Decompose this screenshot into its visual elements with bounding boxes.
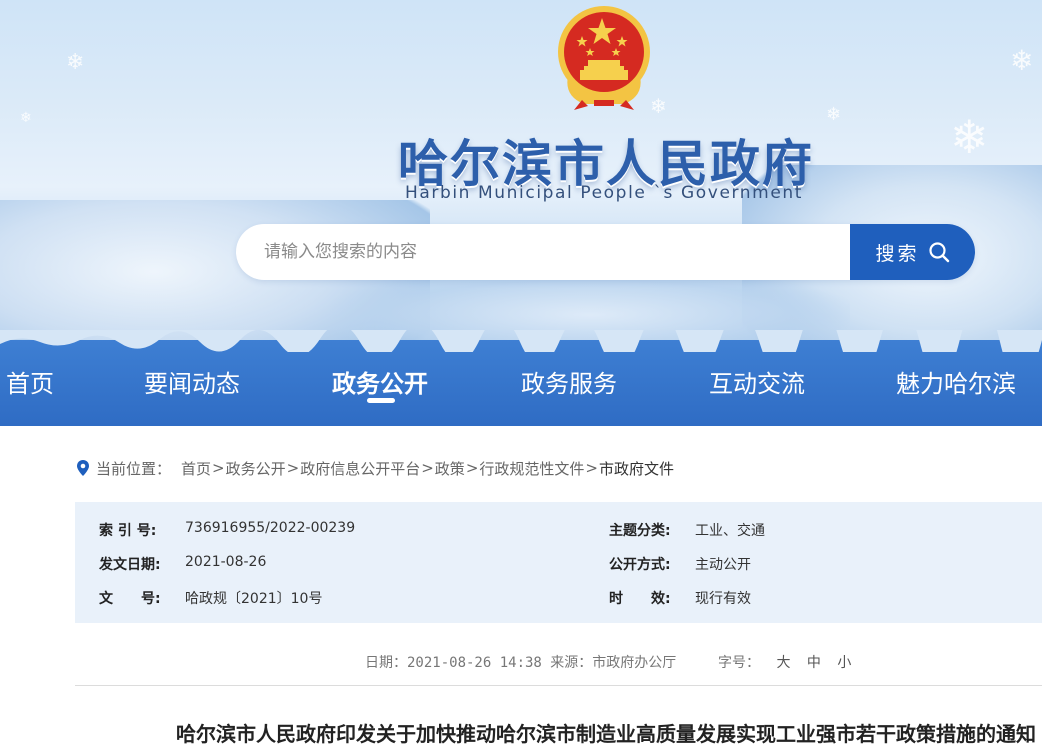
- divider: [75, 685, 1042, 686]
- breadcrumb-separator: >: [212, 459, 225, 477]
- breadcrumb: 当前位置： 首页 > 政务公开 > 政府信息公开平台 > 政策 > 行政规范性文…: [76, 456, 674, 480]
- nav-home[interactable]: 首页: [6, 364, 54, 400]
- breadcrumb-info-platform[interactable]: 政府信息公开平台: [300, 458, 420, 479]
- nav-services[interactable]: 政务服务: [521, 364, 617, 400]
- breadcrumb-current[interactable]: 市政府文件: [599, 458, 674, 479]
- snowflake-icon: ❄: [66, 50, 85, 75]
- search-input[interactable]: [236, 224, 850, 280]
- snowflake-icon: ❄: [1010, 44, 1034, 77]
- breadcrumb-separator: >: [421, 459, 434, 477]
- breadcrumb-normative-documents[interactable]: 行政规范性文件: [479, 458, 584, 479]
- search-button-label: 搜索: [875, 242, 920, 265]
- issue-date-value: 2021-08-26: [185, 554, 267, 570]
- breadcrumb-government-affairs[interactable]: 政务公开: [226, 458, 286, 479]
- article-meta: 日期：2021-08-26 14:38 来源：市政府办公厅: [365, 655, 677, 671]
- nav-interaction[interactable]: 互动交流: [709, 364, 805, 400]
- font-size-medium[interactable]: 中: [807, 655, 821, 671]
- search-bar: 搜索: [236, 224, 975, 280]
- validity-label: 时 效:: [609, 591, 671, 607]
- location-pin-icon: [77, 460, 89, 476]
- index-number-value: 736916955/2022-00239: [185, 520, 356, 536]
- document-number-value: 哈政规〔2021〕10号: [185, 591, 323, 607]
- nav-charm-harbin[interactable]: 魅力哈尔滨: [896, 364, 1016, 400]
- validity-value: 现行有效: [695, 591, 751, 607]
- breadcrumb-separator: >: [465, 459, 479, 477]
- national-emblem-icon: [554, 4, 654, 112]
- breadcrumb-policy[interactable]: 政策: [435, 458, 465, 479]
- issue-date-label: 发文日期:: [99, 557, 161, 573]
- breadcrumb-home[interactable]: 首页: [181, 458, 211, 479]
- publicity-value: 主动公开: [695, 557, 751, 573]
- breadcrumb-separator: >: [286, 459, 300, 477]
- document-title: 哈尔滨市人民政府印发关于加快推动哈尔滨市制造业高质量发展实现工业强市若干政策措施…: [176, 722, 1036, 746]
- snow-edge-decoration: [0, 330, 1042, 352]
- font-size-label: 字号：: [718, 655, 760, 671]
- publicity-label: 公开方式:: [609, 557, 671, 573]
- font-size-switcher: 字号： 大 中 小: [718, 652, 851, 672]
- search-icon: [928, 242, 949, 263]
- document-number-label: 文 号:: [99, 591, 161, 607]
- site-subtitle: Harbin Municipal People `s Government: [404, 183, 804, 203]
- font-size-small[interactable]: 小: [837, 655, 851, 671]
- nav-active-indicator: [367, 398, 395, 403]
- search-button[interactable]: 搜索: [850, 224, 975, 280]
- topic-label: 主题分类:: [609, 523, 671, 539]
- snowflake-icon: ❄: [826, 104, 842, 125]
- font-size-large[interactable]: 大: [776, 655, 790, 671]
- nav-government-affairs[interactable]: 政务公开: [332, 364, 428, 400]
- breadcrumb-separator: >: [585, 459, 598, 477]
- breadcrumb-label: 当前位置：: [96, 459, 172, 478]
- document-info-panel: 索 引 号: 736916955/2022-00239 发文日期: 2021-0…: [75, 502, 1042, 623]
- index-number-label: 索 引 号:: [99, 523, 157, 539]
- topic-value: 工业、交通: [695, 523, 765, 539]
- header-banner: ❄ ❄ ❄ ❄ ❄ ❄ 哈尔滨市人民政府 Harbin Municipal Pe…: [0, 0, 1042, 340]
- nav-news[interactable]: 要闻动态: [144, 364, 240, 400]
